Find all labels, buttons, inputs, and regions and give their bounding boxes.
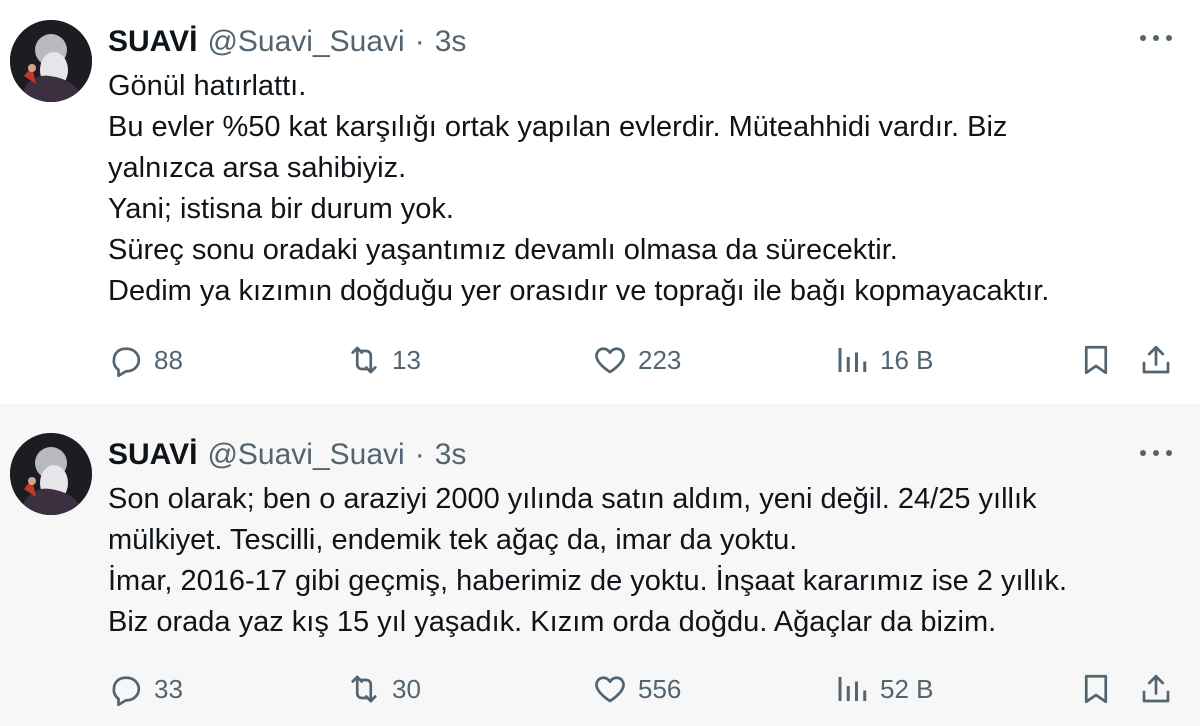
reply-button[interactable]: 88 bbox=[108, 338, 183, 382]
bookmark-icon bbox=[1084, 674, 1108, 704]
bar-chart-icon bbox=[838, 348, 867, 372]
views-count: 16 B bbox=[880, 344, 934, 375]
heart-icon bbox=[595, 676, 625, 703]
bookmark-button[interactable] bbox=[1078, 338, 1114, 382]
tweet-line: Bu evler %50 kat karşılığı ortak yapılan… bbox=[108, 111, 1008, 143]
repost-button[interactable]: 30 bbox=[346, 667, 421, 711]
bar-chart-icon bbox=[838, 677, 867, 701]
separator-dot: · bbox=[414, 438, 425, 471]
repost-count: 30 bbox=[392, 673, 421, 704]
more-dots-icon[interactable] bbox=[1140, 30, 1172, 46]
repost-arrows-icon bbox=[351, 675, 377, 703]
repost-button[interactable]: 13 bbox=[346, 338, 421, 382]
views-count: 52 B bbox=[880, 673, 934, 704]
tweet-2[interactable]: SUAVİ @Suavi_Suavi · 3s Son olarak; ben … bbox=[0, 404, 1200, 726]
bookmark-button[interactable] bbox=[1078, 667, 1114, 711]
like-button[interactable]: 223 bbox=[592, 338, 681, 382]
tweet-text: Gönül hatırlattı. Bu evler %50 kat karşı… bbox=[108, 66, 1168, 312]
author-handle[interactable]: @Suavi_Suavi bbox=[207, 25, 404, 59]
avatar[interactable] bbox=[10, 20, 92, 102]
share-button[interactable] bbox=[1138, 338, 1174, 382]
author-handle[interactable]: @Suavi_Suavi bbox=[207, 438, 404, 472]
separator-dot: · bbox=[414, 25, 425, 58]
tweet-line: Yani; istisna bir durum yok. bbox=[108, 193, 454, 225]
reply-button[interactable]: 33 bbox=[108, 667, 183, 711]
tweet-text: Son olarak; ben o araziyi 2000 yılında s… bbox=[108, 479, 1168, 643]
tweet-time[interactable]: 3s bbox=[435, 25, 467, 59]
tweet-line: Dedim ya kızımın doğduğu yer orasıdır ve… bbox=[108, 275, 1050, 307]
author-name[interactable]: SUAVİ bbox=[108, 25, 197, 59]
tweet-line: İmar, 2016-17 gibi geçmiş, haberimiz de … bbox=[108, 565, 1068, 597]
author-name[interactable]: SUAVİ bbox=[108, 438, 197, 472]
bookmark-icon bbox=[1084, 345, 1108, 375]
reply-count: 33 bbox=[154, 673, 183, 704]
speech-bubble-icon bbox=[112, 676, 141, 707]
like-button[interactable]: 556 bbox=[592, 667, 681, 711]
tweet-line: Gönül hatırlattı. bbox=[108, 70, 307, 102]
tweet-actions: 88 13 223 16 B bbox=[108, 338, 1176, 382]
tweet-line: Süreç sonu oradaki yaşantımız devamlı ol… bbox=[108, 234, 898, 266]
share-button[interactable] bbox=[1138, 667, 1174, 711]
tweet-time[interactable]: 3s bbox=[435, 438, 467, 472]
repost-arrows-icon bbox=[351, 346, 377, 374]
tweet-actions: 33 30 556 52 B bbox=[108, 667, 1176, 711]
share-upload-icon bbox=[1142, 345, 1170, 374]
views-button[interactable]: 52 B bbox=[834, 667, 934, 711]
share-upload-icon bbox=[1142, 674, 1170, 703]
more-dots-icon[interactable] bbox=[1140, 445, 1172, 461]
tweet-line: yalnızca arsa sahibiyiz. bbox=[108, 152, 407, 184]
tweet-line: mülkiyet. Tescilli, endemik tek ağaç da,… bbox=[108, 524, 798, 556]
tweet-1[interactable]: SUAVİ @Suavi_Suavi · 3s Gönül hatırlattı… bbox=[0, 0, 1200, 404]
avatar[interactable] bbox=[10, 433, 92, 515]
heart-icon bbox=[595, 347, 625, 374]
reply-count: 88 bbox=[154, 344, 183, 375]
like-count: 556 bbox=[638, 673, 682, 704]
tweet-line: Son olarak; ben o araziyi 2000 yılında s… bbox=[108, 483, 1037, 515]
tweet-line: Biz orada yaz kış 15 yıl yaşadık. Kızım … bbox=[108, 606, 997, 638]
tweet-header: SUAVİ @Suavi_Suavi · 3s bbox=[108, 435, 466, 475]
speech-bubble-icon bbox=[112, 347, 141, 378]
like-count: 223 bbox=[638, 344, 682, 375]
repost-count: 13 bbox=[392, 344, 421, 375]
views-button[interactable]: 16 B bbox=[834, 338, 934, 382]
tweet-header: SUAVİ @Suavi_Suavi · 3s bbox=[108, 22, 466, 62]
